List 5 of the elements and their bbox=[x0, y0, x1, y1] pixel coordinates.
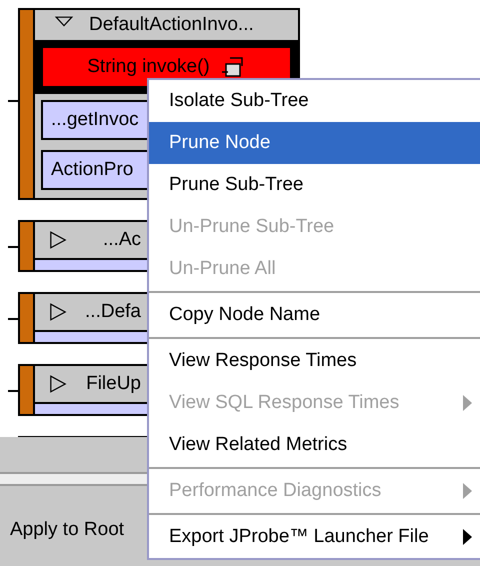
node-label: DefaultActionInvo... bbox=[89, 14, 254, 36]
node-label: ...Ac bbox=[102, 229, 141, 250]
node-label: ...Defa bbox=[85, 301, 141, 322]
apply-label: Apply to Root bbox=[10, 519, 124, 541]
node-label: FileUp bbox=[86, 373, 141, 394]
